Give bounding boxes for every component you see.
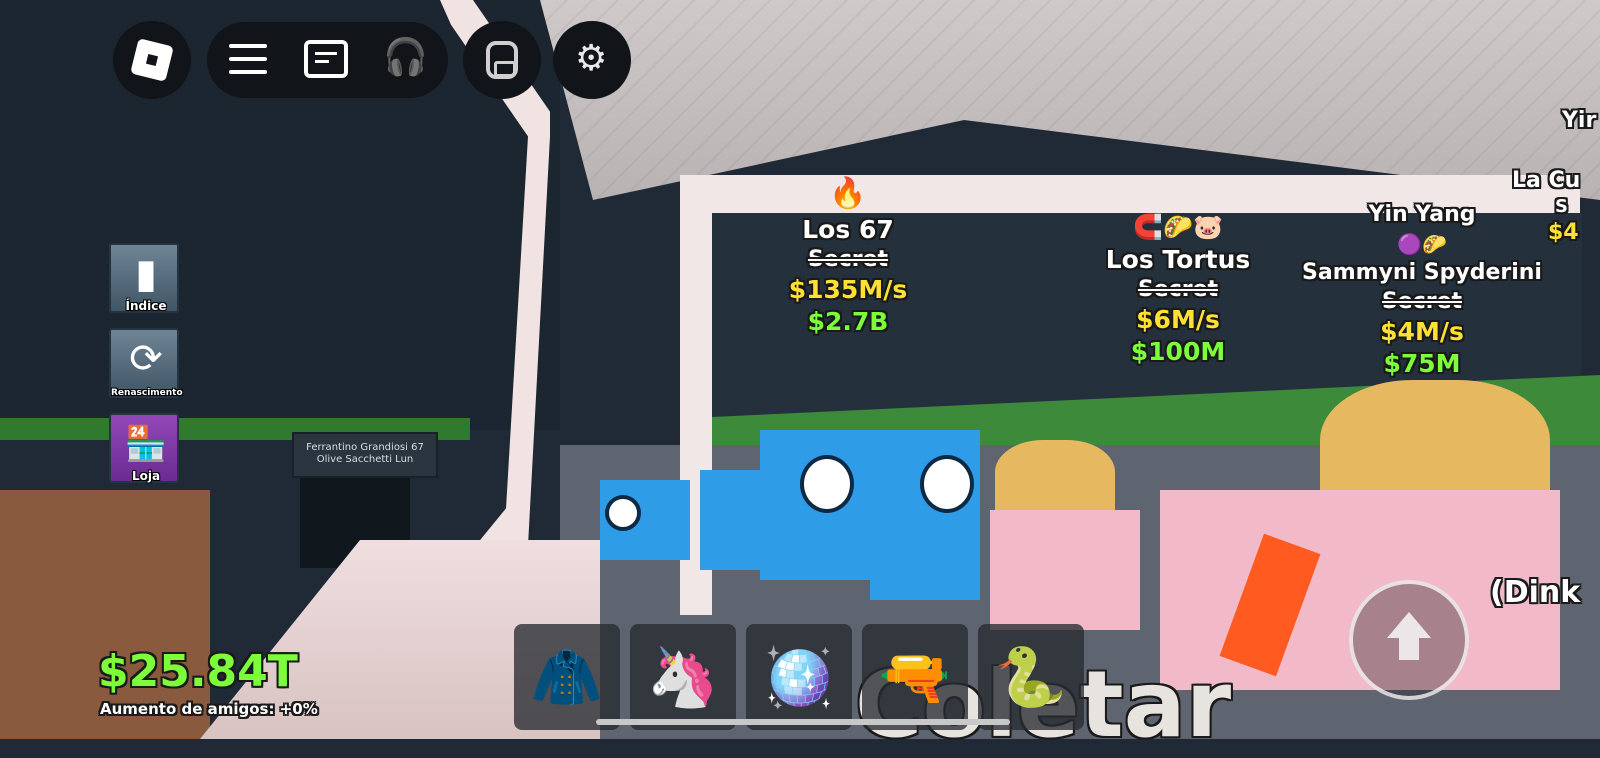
rainbow-sword-icon: 🦄 bbox=[646, 642, 720, 711]
hotbar-slot-4[interactable]: 🔫 bbox=[862, 624, 968, 730]
brainrot-price: $100M bbox=[1130, 337, 1226, 366]
brainrot-rate: $135M/s bbox=[788, 275, 908, 304]
brainrot-rarity: Secret bbox=[807, 247, 889, 272]
friends-boost-text: Aumento de amigos: +0% bbox=[100, 700, 318, 718]
offscreen-label: $4 bbox=[1548, 220, 1579, 245]
book-icon: ▮ bbox=[134, 251, 157, 297]
offscreen-label: La Cu bbox=[1512, 168, 1581, 193]
mutation-icons: 🧲🌮🐷 bbox=[1133, 213, 1223, 241]
jump-arrow-icon bbox=[1387, 612, 1431, 638]
rebirth-button[interactable]: ⟳ Renascimento bbox=[109, 328, 183, 398]
money-counter: $25.84T bbox=[98, 646, 298, 697]
index-label: Índice bbox=[125, 299, 167, 313]
brainrot-name: Los 67 bbox=[802, 215, 894, 244]
hotbar-slot-2[interactable]: 🦄 bbox=[630, 624, 736, 730]
creature-eye bbox=[920, 455, 974, 513]
hotbar-scrollbar[interactable] bbox=[596, 719, 1010, 725]
brainrot-rate: $6M/s bbox=[1136, 305, 1220, 334]
shop-icon: 🏪 bbox=[124, 424, 168, 464]
brainrot-name: Los Tortus bbox=[1105, 245, 1251, 274]
base-sign: Ferrantino Grandiosi 67 Olive Sacchetti … bbox=[292, 432, 438, 478]
invisibility-cloak-icon: 🧥 bbox=[530, 642, 604, 711]
brainrot-rarity: Secret bbox=[1137, 277, 1219, 302]
brainrot-mutation: Yin Yang bbox=[1368, 202, 1476, 227]
laser-gun-icon: 🔫 bbox=[878, 642, 952, 711]
backpack-button[interactable] bbox=[463, 21, 541, 99]
settings-button[interactable]: ⚙ bbox=[553, 21, 631, 99]
jump-arrow-stem bbox=[1399, 638, 1419, 660]
fire-icon: 🔥 bbox=[829, 176, 867, 211]
topbar-pill: 🎧 bbox=[207, 22, 448, 98]
tortus-body bbox=[990, 510, 1140, 630]
rebirth-icon: ⟳ bbox=[129, 336, 163, 382]
offscreen-label: Yir bbox=[1562, 108, 1597, 133]
gear-icon: ⚙ bbox=[575, 38, 608, 79]
taco-shell bbox=[995, 440, 1115, 520]
los-67-body bbox=[870, 430, 980, 600]
brainrot-rarity: Secret bbox=[1381, 289, 1463, 314]
shop-label: Loja bbox=[131, 469, 161, 483]
hotbar-slot-3[interactable]: 🪩 bbox=[746, 624, 852, 730]
headphones-icon[interactable]: 🎧 bbox=[383, 38, 428, 78]
rebirth-label: Renascimento bbox=[111, 388, 183, 398]
los-67-body bbox=[700, 470, 760, 570]
chat-icon[interactable] bbox=[304, 40, 348, 78]
creature-eye bbox=[800, 455, 854, 513]
offscreen-label: (Dink bbox=[1490, 575, 1581, 610]
roblox-menu-button[interactable] bbox=[113, 21, 191, 99]
jump-button[interactable] bbox=[1349, 580, 1469, 700]
creature-eye bbox=[605, 495, 641, 531]
ceiling bbox=[540, 0, 1600, 200]
brainrot-label: Yin Yang 🟣🌮 Sammyni Spyderini Secret $4M… bbox=[1294, 200, 1550, 380]
medusa-head-icon: 🐍 bbox=[994, 642, 1068, 711]
hotbar-slot-1[interactable]: 🧥 bbox=[514, 624, 620, 730]
roblox-logo-icon bbox=[130, 38, 174, 82]
hamburger-menu-icon[interactable] bbox=[229, 42, 267, 78]
mutation-icons: 🟣🌮 bbox=[1397, 232, 1447, 256]
offscreen-label: S bbox=[1555, 196, 1568, 217]
brainrot-label: 🧲🌮🐷 Los Tortus Secret $6M/s $100M bbox=[1078, 210, 1278, 368]
base-sign-text: Ferrantino Grandiosi 67 Olive Sacchetti … bbox=[306, 442, 424, 465]
shop-button[interactable]: 🏪 Loja bbox=[109, 413, 179, 483]
brainrot-rate: $4M/s bbox=[1380, 317, 1464, 346]
brainrot-price: $2.7B bbox=[807, 307, 889, 336]
brainrot-price: $75M bbox=[1383, 349, 1461, 378]
hotbar-slot-5[interactable]: 🐍 bbox=[978, 624, 1084, 730]
brainrot-label: 🔥 Los 67 Secret $135M/s $2.7B bbox=[748, 174, 948, 338]
index-button[interactable]: ▮ Índice bbox=[109, 243, 179, 313]
brainrot-name: Sammyni Spyderini bbox=[1302, 260, 1542, 285]
disco-ball-icon: 🪩 bbox=[762, 642, 836, 711]
backpack-icon bbox=[486, 41, 518, 79]
